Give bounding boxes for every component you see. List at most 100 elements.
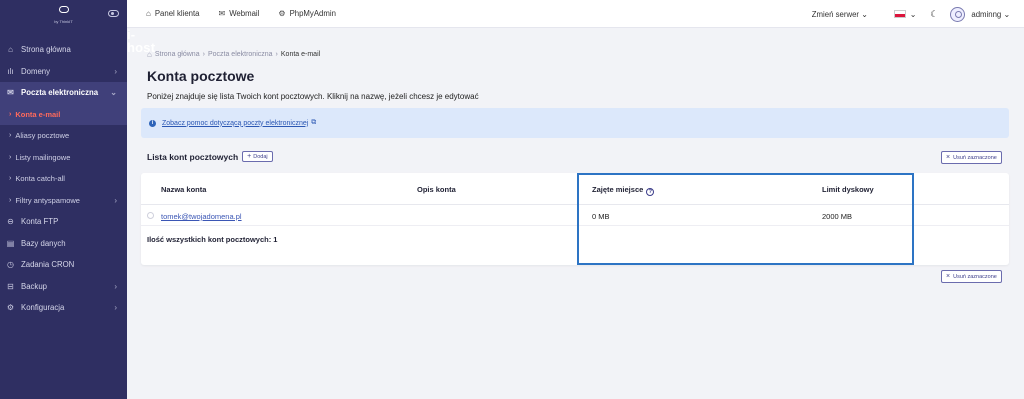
sidebar-item-home[interactable]: ⌂ Strona główna: [0, 39, 127, 61]
sidebar-item-email[interactable]: ✉ Poczta elektroniczna ⌄: [0, 82, 127, 104]
sidebar-toggle-icon[interactable]: [108, 10, 119, 17]
table-total-row: Ilość wszystkich kont pocztowych: 1: [141, 226, 1009, 251]
page-title: Konta pocztowe: [147, 68, 255, 84]
sidebar-item-domains[interactable]: ılı Domeny ›: [0, 61, 127, 83]
home-icon: ⌂: [147, 50, 152, 59]
sidebar-nav: ⌂ Strona główna ılı Domeny › ✉ Poczta el…: [0, 39, 127, 319]
sidebar-item-label: Poczta elektroniczna: [21, 88, 99, 98]
sidebar-item-cron[interactable]: ◷ Zadania CRON: [0, 254, 127, 276]
user-name: adminng: [971, 9, 1002, 19]
sidebar-item-label: Domeny: [21, 66, 51, 76]
breadcrumb-item-current: Konta e-mail: [280, 51, 321, 58]
sidebar-subitem-catch-all[interactable]: › Konta catch-all: [0, 168, 127, 190]
bar-chart-icon: ılı: [7, 66, 14, 76]
table-header: Nazwa konta Opis konta Zajęte miejsce? L…: [141, 173, 1009, 205]
help-icon[interactable]: ?: [646, 188, 655, 196]
mail-icon: ✉: [7, 88, 14, 98]
sidebar-subitem-mailing-lists[interactable]: › Listy mailingowe: [0, 147, 127, 169]
close-icon: ×: [946, 154, 951, 161]
plus-icon: +: [247, 153, 252, 160]
external-link-icon[interactable]: ⧉: [311, 119, 316, 127]
chevron-down-icon: ⌄: [861, 9, 868, 19]
arrow-right-icon: ›: [9, 153, 12, 161]
accounts-table: Nazwa konta Opis konta Zajęte miejsce? L…: [141, 173, 1009, 265]
sidebar-item-backup[interactable]: ⊟ Backup ›: [0, 276, 127, 298]
chevron-down-icon: ⌄: [110, 88, 117, 98]
sidebar-subitem-label: Aliasy pocztowe: [15, 131, 70, 141]
home-icon: ⌂: [146, 9, 151, 18]
sidebar-subitem-spam-filters[interactable]: › Filtry antyspamowe ›: [0, 190, 127, 212]
info-box: i Zobacz pomoc dotyczącą poczty elektron…: [141, 108, 1009, 138]
add-button[interactable]: + Dodaj: [242, 151, 273, 162]
column-header-name[interactable]: Nazwa konta: [161, 185, 206, 194]
account-name-link[interactable]: tomek@twojadomena.pl: [161, 212, 242, 221]
total-accounts-count: Ilość wszystkich kont pocztowych: 1: [147, 235, 278, 244]
user-menu[interactable]: adminng ⌄: [971, 10, 1010, 19]
sidebar: i-host by ThinkIT ⌂ Strona główna ılı Do…: [0, 0, 155, 399]
table-row: tomek@twojadomena.pl 0 MB 2000 MB: [141, 205, 1009, 226]
chevron-right-icon: ›: [114, 195, 117, 205]
list-title: Lista kont pocztowych: [147, 151, 239, 162]
sidebar-item-configuration[interactable]: ⚙ Konfiguracja ›: [0, 297, 127, 319]
page-description: Poniżej znajduje się lista Twoich kont p…: [147, 92, 479, 101]
clock-icon: ◷: [7, 260, 14, 270]
column-header-used-space[interactable]: Zajęte miejsce?: [592, 185, 655, 196]
column-header-description[interactable]: Opis konta: [417, 185, 456, 194]
column-header-disk-limit[interactable]: Limit dyskowy: [822, 185, 874, 194]
server-switch-label: Zmień serwer: [811, 9, 860, 19]
topbar: ⌂ Panel klienta ✉ Webmail ⚙ PhpMyAdmin Z…: [127, 0, 1024, 28]
chevron-right-icon: ›: [114, 281, 117, 291]
avatar[interactable]: [950, 6, 966, 22]
sidebar-item-label: Strona główna: [21, 45, 71, 55]
chevron-right-icon: ›: [114, 66, 117, 76]
help-link[interactable]: Zobacz pomoc dotyczącą poczty elektronic…: [162, 120, 308, 127]
list-header: Lista kont pocztowych + Dodaj: [147, 151, 273, 162]
phpmyadmin-label: PhpMyAdmin: [289, 9, 336, 18]
arrow-right-icon: ›: [9, 110, 12, 118]
client-panel-link[interactable]: ⌂ Panel klienta: [146, 9, 200, 18]
sidebar-item-ftp[interactable]: ⊖ Konta FTP: [0, 211, 127, 233]
phpmyadmin-link[interactable]: ⚙ PhpMyAdmin: [278, 9, 336, 18]
column-header-used-space-label: Zajęte miejsce: [592, 185, 644, 194]
info-icon: i: [149, 119, 156, 127]
gear-icon: ⚙: [278, 9, 286, 18]
sidebar-item-label: Zadania CRON: [21, 260, 75, 270]
database-icon: ▤: [6, 238, 15, 248]
logo-subtext: by ThinkIT: [54, 19, 73, 24]
main-content: ⌂ Strona główna › Poczta elektroniczna ›…: [127, 28, 1024, 399]
breadcrumb-separator: ›: [275, 51, 278, 58]
gear-icon: ⚙: [6, 303, 15, 313]
row-checkbox[interactable]: [147, 212, 154, 219]
webmail-link[interactable]: ✉ Webmail: [219, 9, 260, 18]
remove-selected-label: Usuń zaznaczone: [953, 273, 997, 280]
breadcrumb-item-home[interactable]: Strona główna: [155, 51, 200, 58]
arrow-right-icon: ›: [9, 132, 12, 140]
chevron-down-icon: ⌄: [909, 9, 917, 19]
archive-icon: ⊟: [7, 281, 14, 291]
flag-pl-icon: [893, 10, 906, 18]
language-selector[interactable]: ⌄: [893, 9, 917, 19]
account-used-space: 0 MB: [592, 212, 610, 221]
sidebar-subitem-aliases[interactable]: › Aliasy pocztowe: [0, 125, 127, 147]
sidebar-subitem-label: Konta e-mail: [15, 109, 61, 119]
topbar-right: Zmień serwer ⌄ ⌄ ☾ adminng ⌄: [812, 0, 1010, 28]
arrow-right-icon: ›: [9, 196, 12, 204]
remove-selected-label: Usuń zaznaczone: [953, 154, 997, 161]
sidebar-item-label: Backup: [21, 281, 48, 291]
account-disk-limit: 2000 MB: [822, 212, 853, 221]
sidebar-subitem-label: Filtry antyspamowe: [15, 195, 80, 205]
moon-icon[interactable]: ☾: [930, 9, 938, 20]
mail-icon: ✉: [218, 9, 226, 18]
server-switch-dropdown[interactable]: Zmień serwer ⌄: [812, 10, 868, 19]
sidebar-item-label: Bazy danych: [21, 238, 66, 248]
breadcrumb-item-email[interactable]: Poczta elektroniczna: [208, 51, 273, 58]
remove-selected-button-bottom[interactable]: × Usuń zaznaczone: [941, 270, 1002, 283]
add-button-label: Dodaj: [253, 153, 268, 160]
breadcrumb: ⌂ Strona główna › Poczta elektroniczna ›…: [147, 50, 320, 59]
sidebar-item-databases[interactable]: ▤ Bazy danych: [0, 233, 127, 255]
sidebar-item-label: Konfiguracja: [21, 303, 65, 313]
remove-selected-button-top[interactable]: × Usuń zaznaczone: [941, 151, 1002, 164]
logo[interactable]: i-host by ThinkIT: [54, 6, 155, 54]
sidebar-subitem-email-accounts[interactable]: › Konta e-mail: [0, 103, 127, 125]
chevron-right-icon: ›: [114, 303, 117, 313]
